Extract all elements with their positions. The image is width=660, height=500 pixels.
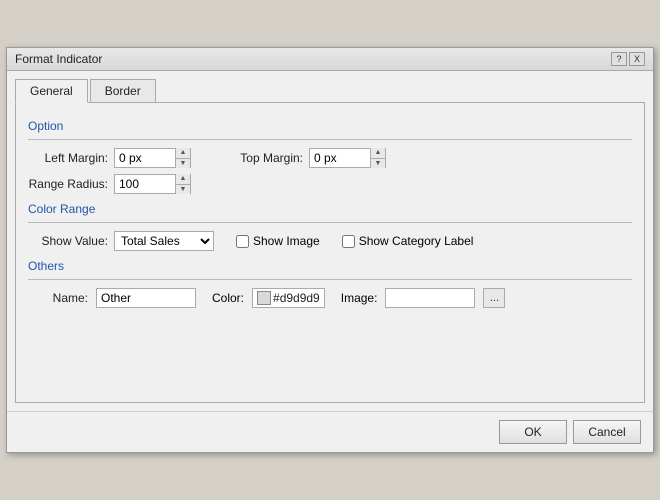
browse-button[interactable]: ... [483,288,505,308]
others-divider [28,279,632,280]
help-button[interactable]: ? [611,52,627,66]
left-margin-down[interactable]: ▼ [176,159,190,169]
left-margin-input[interactable] [115,149,175,167]
close-button[interactable]: X [629,52,645,66]
top-margin-spinner[interactable]: ▲ ▼ [309,148,386,168]
range-radius-row: Range Radius: ▲ ▼ [28,174,632,194]
others-row: Name: Color: #d9d9d9 Image: ... [28,288,632,308]
top-margin-label: Top Margin: [223,151,303,165]
name-label: Name: [28,291,88,305]
range-radius-arrows: ▲ ▼ [175,174,190,194]
left-margin-spinner[interactable]: ▲ ▼ [114,148,191,168]
tab-general[interactable]: General [15,79,88,103]
color-label: Color: [212,291,244,305]
option-section-label: Option [28,119,632,133]
tab-bar: General Border [15,79,645,103]
image-input[interactable] [385,288,475,308]
dialog-title: Format Indicator [15,52,102,66]
title-bar-buttons: ? X [611,52,645,66]
dialog-body: General Border Option Left Margin: ▲ ▼ T… [7,71,653,411]
top-margin-down[interactable]: ▼ [371,159,385,169]
show-value-label: Show Value: [28,234,108,248]
cancel-button[interactable]: Cancel [573,420,641,444]
left-margin-label: Left Margin: [28,151,108,165]
top-margin-up[interactable]: ▲ [371,148,385,159]
show-image-group: Show Image [236,234,320,248]
ok-button[interactable]: OK [499,420,567,444]
others-section-label: Others [28,259,632,273]
show-category-label-checkbox[interactable] [342,235,355,248]
show-category-label-text: Show Category Label [359,234,474,248]
dialog-footer: OK Cancel [7,411,653,452]
show-value-row: Show Value: Total Sales Average Count Sh… [28,231,632,251]
range-radius-up[interactable]: ▲ [176,174,190,185]
color-range-divider [28,222,632,223]
option-divider [28,139,632,140]
name-input[interactable] [96,288,196,308]
title-bar: Format Indicator ? X [7,48,653,71]
color-hex-text: #d9d9d9 [273,291,320,305]
left-margin-arrows: ▲ ▼ [175,148,190,168]
general-panel: Option Left Margin: ▲ ▼ Top Margin: [15,103,645,403]
color-swatch[interactable]: #d9d9d9 [252,288,325,308]
format-indicator-dialog: Format Indicator ? X General Border Opti… [6,47,654,453]
image-label: Image: [341,291,378,305]
top-margin-input[interactable] [310,149,370,167]
show-image-checkbox[interactable] [236,235,249,248]
color-range-section-label: Color Range [28,202,632,216]
left-margin-up[interactable]: ▲ [176,148,190,159]
tab-border[interactable]: Border [90,79,156,102]
range-radius-spinner[interactable]: ▲ ▼ [114,174,191,194]
top-margin-arrows: ▲ ▼ [370,148,385,168]
color-box [257,291,271,305]
range-radius-label: Range Radius: [28,177,108,191]
margin-row: Left Margin: ▲ ▼ Top Margin: ▲ ▼ [28,148,632,168]
range-radius-down[interactable]: ▼ [176,185,190,195]
show-value-select[interactable]: Total Sales Average Count [114,231,214,251]
range-radius-input[interactable] [115,175,175,193]
show-category-label-group: Show Category Label [342,234,474,248]
show-image-label: Show Image [253,234,320,248]
